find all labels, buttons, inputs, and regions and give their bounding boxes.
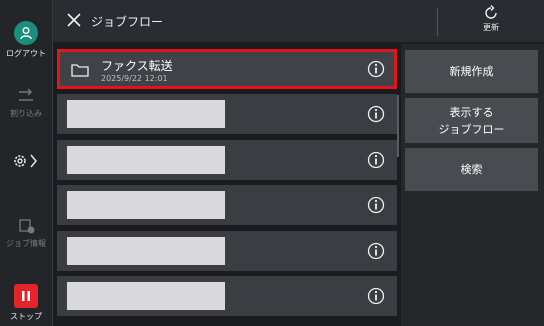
page-title: ジョブフロー [91,15,164,29]
search-button-label: 検索 [460,163,483,176]
list-item-selected[interactable]: ファクス転送 2025/9/22 12:01 [57,49,397,89]
left-rail: ログアウト 割り込み ジョブ情報 ストップ [0,0,52,326]
info-icon[interactable] [367,60,385,78]
list-item-name: ファクス転送 [101,59,173,73]
settings-button[interactable] [0,152,52,170]
stop-icon [14,284,38,308]
show-jobflow-label-line2: ジョブフロー [438,122,505,136]
interrupt-button[interactable]: 割り込み [0,87,52,119]
close-icon[interactable] [65,11,83,29]
redacted-name [67,191,225,219]
show-jobflow-button[interactable]: 表示する ジョブフロー [405,98,538,143]
new-button-label: 新規作成 [449,65,494,78]
folder-icon [71,64,89,77]
new-button[interactable]: 新規作成 [405,50,538,93]
list-item[interactable] [57,185,397,225]
redacted-name [67,100,225,128]
refresh-label: 更新 [483,23,499,32]
interrupt-icon [19,88,33,101]
job-status-button[interactable]: ジョブ情報 [0,217,52,249]
refresh-button[interactable]: 更新 [469,5,513,33]
jobflow-list: ファクス転送 2025/9/22 12:01 [53,44,399,326]
info-icon[interactable] [367,242,385,260]
gear-icon [14,154,37,168]
logout-icon [14,21,38,45]
search-button[interactable]: 検索 [405,148,538,191]
list-item[interactable] [57,94,397,134]
list-item[interactable] [57,276,397,316]
list-item[interactable] [57,140,397,180]
header-bar: ジョブフロー 更新 [53,0,544,42]
info-icon[interactable] [367,151,385,169]
list-item-date: 2025/9/22 12:01 [101,74,168,83]
list-item[interactable] [57,231,397,271]
refresh-icon [485,5,497,19]
header-divider [437,8,438,36]
stop-label: ストップ [10,312,42,321]
show-jobflow-label-line1: 表示する [449,105,494,119]
logout-label: ログアウト [6,49,46,58]
stop-button[interactable]: ストップ [0,284,52,322]
redacted-name [67,146,225,174]
info-icon[interactable] [367,287,385,305]
interrupt-label: 割り込み [10,109,42,118]
list-scrollbar[interactable] [397,95,399,157]
job-status-label: ジョブ情報 [6,239,46,248]
info-icon[interactable] [367,105,385,123]
logout-button[interactable]: ログアウト [0,21,52,59]
job-status-icon [19,219,35,234]
redacted-name [67,282,225,310]
info-icon[interactable] [367,196,385,214]
redacted-name [67,237,225,265]
